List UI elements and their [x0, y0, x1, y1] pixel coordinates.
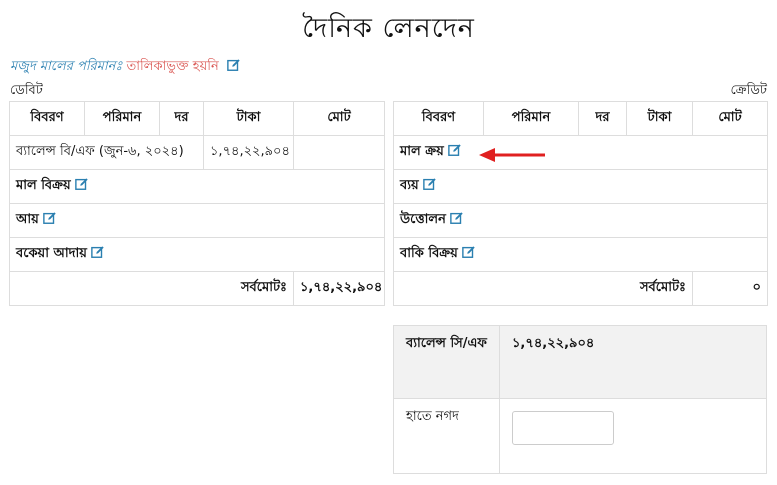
- cash-in-hand-cell: [499, 398, 767, 474]
- col-rate: দর: [578, 101, 627, 136]
- balance-bf-amount: ১,৭৪,২২,৯০৪: [203, 135, 294, 170]
- table-row: সর্বমোটঃ ০: [393, 271, 768, 306]
- balance-table: ব্যালেন্স সি/এফ ১,৭৪,২২,৯০৪ হাতে নগদ: [393, 325, 767, 474]
- col-amount: টাকা: [203, 101, 294, 136]
- balance-bf-total: [293, 135, 385, 170]
- credit-header-row: বিবরণ পরিমান দর টাকা মোট: [393, 101, 768, 136]
- table-row: বাকি বিক্রয়: [393, 237, 768, 272]
- table-row: বকেয়া আদায়: [9, 237, 385, 272]
- arrow-left-icon: [479, 148, 545, 162]
- col-rate: দর: [159, 101, 204, 136]
- table-row: হাতে নগদ: [393, 398, 767, 474]
- col-description: বিবরণ: [393, 101, 484, 136]
- table-row: মাল বিক্রয়: [9, 169, 385, 204]
- debit-row-sales: মাল বিক্রয়: [16, 178, 71, 193]
- table-row: আয়: [9, 203, 385, 238]
- debit-table: বিবরণ পরিমান দর টাকা মোট ব্যালেন্স বি/এফ…: [9, 101, 385, 306]
- edit-icon[interactable]: [74, 177, 89, 191]
- col-total: মোট: [293, 101, 385, 136]
- credit-label: ক্রেডিট: [730, 83, 767, 98]
- credit-row-credit-sales: বাকি বিক্রয়: [400, 246, 458, 261]
- credit-row-purchase: মাল ক্রয়: [400, 144, 444, 159]
- table-row: ব্যালেন্স বি/এফ (জুন-৬, ২০২৪) ১,৭৪,২২,৯০…: [9, 135, 385, 170]
- edit-icon[interactable]: [43, 211, 57, 225]
- table-row: ব্যালেন্স সি/এফ ১,৭৪,২২,৯০৪: [393, 325, 767, 399]
- col-amount: টাকা: [626, 101, 693, 136]
- edit-icon[interactable]: [462, 245, 476, 259]
- stock-label: মজুদ মালের পরিমানঃ: [10, 59, 123, 74]
- col-quantity: পরিমান: [483, 101, 579, 136]
- table-row: মাল ক্রয়: [393, 135, 768, 170]
- edit-icon[interactable]: [450, 211, 464, 225]
- table-row: সর্বমোটঃ ১,৭৪,২২,৯০৪: [9, 271, 385, 306]
- edit-icon[interactable]: [227, 58, 241, 72]
- debit-header-row: বিবরণ পরিমান দর টাকা মোট: [9, 101, 385, 136]
- debit-grand-total-label: সর্বমোটঃ: [9, 271, 294, 306]
- col-total: মোট: [692, 101, 768, 136]
- credit-row-withdrawal: উত্তোলন: [400, 212, 446, 227]
- balance-cf-value: ১,৭৪,২২,৯০৪: [499, 325, 767, 399]
- stock-value: তালিকাভুক্ত হয়নি: [126, 59, 219, 74]
- credit-grand-total-label: সর্বমোটঃ: [393, 271, 693, 306]
- debit-row-dues-collection: বকেয়া আদায়: [16, 246, 87, 261]
- page-title: দৈনিক লেনদেন: [302, 13, 475, 44]
- cash-in-hand-label: হাতে নগদ: [393, 398, 500, 474]
- stock-status: মজুদ মালের পরিমানঃ তালিকাভুক্ত হয়নি: [10, 57, 241, 78]
- edit-icon[interactable]: [447, 143, 462, 157]
- edit-icon[interactable]: [422, 177, 437, 191]
- credit-grand-total: ০: [692, 271, 768, 306]
- col-quantity: পরিমান: [84, 101, 160, 136]
- edit-icon[interactable]: [91, 245, 105, 259]
- debit-row-income: আয়: [16, 212, 39, 227]
- cash-in-hand-input[interactable]: [512, 411, 614, 445]
- credit-row-expense: ব্যয়: [400, 178, 419, 193]
- debit-label: ডেবিট: [10, 83, 43, 98]
- balance-bf-label: ব্যালেন্স বি/এফ (জুন-৬, ২০২৪): [9, 135, 204, 170]
- balance-cf-label: ব্যালেন্স সি/এফ: [393, 325, 500, 399]
- credit-table: বিবরণ পরিমান দর টাকা মোট মাল ক্রয় ব্যয়…: [393, 101, 768, 306]
- debit-grand-total: ১,৭৪,২২,৯০৪: [293, 271, 385, 306]
- table-row: ব্যয়: [393, 169, 768, 204]
- col-description: বিবরণ: [9, 101, 85, 136]
- table-row: উত্তোলন: [393, 203, 768, 238]
